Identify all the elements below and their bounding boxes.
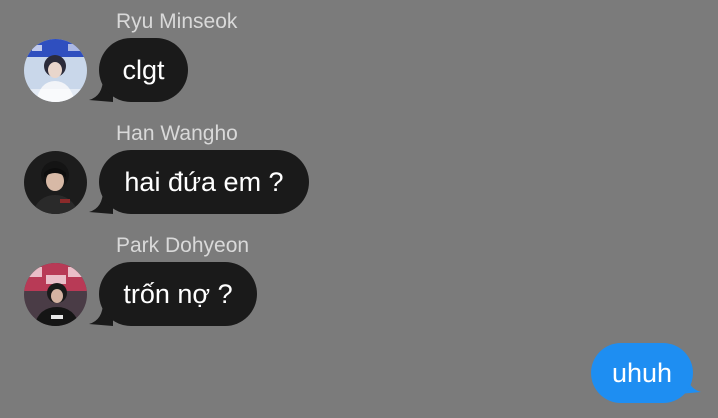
avatar-ryu-minseok[interactable] bbox=[24, 39, 87, 102]
message-bubble-tron-no[interactable]: trốn nợ ? bbox=[99, 262, 257, 326]
profile-photo-icon bbox=[24, 151, 87, 214]
message-bubble-uhuh[interactable]: uhuh bbox=[591, 343, 693, 403]
sender-name-park-dohyeon: Park Dohyeon bbox=[116, 234, 250, 257]
profile-photo-icon bbox=[24, 263, 87, 326]
sender-name-han-wangho: Han Wangho bbox=[116, 122, 238, 145]
message-text: clgt bbox=[122, 55, 165, 85]
message-bubble-clgt[interactable]: clgt bbox=[99, 38, 188, 102]
avatar-han-wangho[interactable] bbox=[24, 151, 87, 214]
message-text: uhuh bbox=[611, 358, 673, 388]
message-text: hai đứa em ? bbox=[124, 167, 284, 197]
message-text: trốn nợ ? bbox=[123, 279, 233, 309]
profile-photo-icon bbox=[24, 39, 87, 102]
avatar-park-dohyeon[interactable] bbox=[24, 263, 87, 326]
message-bubble-hai-dua-em[interactable]: hai đứa em ? bbox=[99, 150, 309, 214]
sender-name-ryu-minseok: Ryu Minseok bbox=[116, 10, 238, 33]
